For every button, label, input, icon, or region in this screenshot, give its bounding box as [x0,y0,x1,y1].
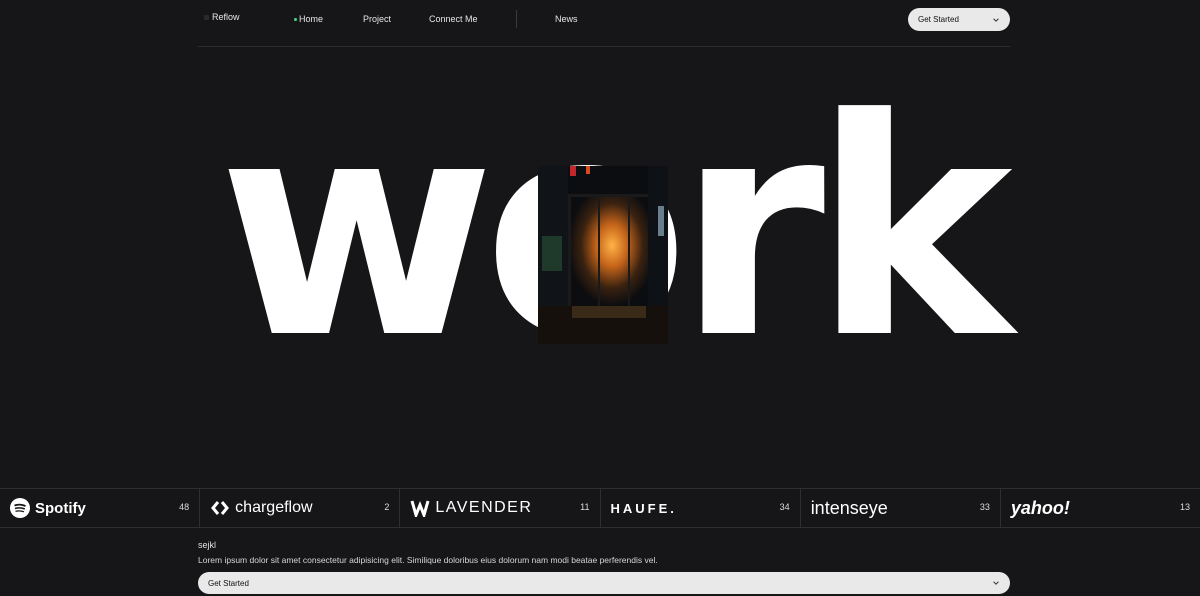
client-count: 13 [1180,502,1191,512]
chargeflow-icon [211,501,230,515]
get-started-button[interactable]: Get Started [908,8,1010,31]
brand-label: Spotify [35,499,86,517]
client-count: 11 [580,502,590,512]
brand-name: Reflow [212,12,240,22]
brand-label: yahoo! [1010,497,1070,518]
lavender-logo: LAVENDER [410,499,532,517]
intenseye-logo: intenseye [811,498,888,519]
client-yahoo[interactable]: yahoo! 13 [1001,489,1200,527]
spotify-logo: Spotify [10,498,86,518]
client-haufe[interactable]: HAUFE. 34 [601,489,801,527]
chargeflow-logo: chargeflow [210,499,313,517]
info-section: sejkl Lorem ipsum dolor sit amet consect… [198,540,1010,594]
brand-label: LAVENDER [435,499,533,516]
yahoo-logo: yahoo! [1011,498,1070,519]
chevron-down-icon [993,17,999,22]
client-intenseye[interactable]: intenseye 33 [801,489,1001,527]
haufe-logo: HAUFE. [611,501,677,516]
nav-divider [516,10,517,28]
section-title: sejkl [198,540,217,550]
hero-photo [538,166,668,344]
storefront-image [538,166,668,344]
nav-divider-line [198,46,1010,47]
nav-link-project[interactable]: Project [363,14,391,24]
nav-link-news[interactable]: News [555,14,578,24]
client-chargeflow[interactable]: chargeflow 2 [200,489,401,527]
section-description: Lorem ipsum dolor sit amet consectetur a… [198,555,658,565]
get-started-wide-button[interactable]: Get Started [198,572,1010,594]
top-nav: Reflow Home Project Connect Me News Get … [198,0,1010,44]
get-started-wide-label: Get Started [208,578,249,588]
nav-link-connect[interactable]: Connect Me [429,14,478,24]
client-count: 48 [179,502,190,512]
hero-section: work [0,60,1200,480]
brand-logo[interactable]: Reflow [204,12,240,22]
client-count: 34 [779,502,790,512]
brand-label: chargeflow [235,499,313,516]
get-started-label: Get Started [918,15,959,24]
nav-link-home[interactable]: Home [294,14,323,24]
client-lavender[interactable]: LAVENDER 11 [400,489,601,527]
chevron-down-icon [993,581,999,585]
nav-link-home-label: Home [299,14,324,24]
client-count: 33 [979,502,990,512]
brand-mark-icon [204,14,209,20]
client-spotify[interactable]: Spotify 48 [0,489,201,527]
active-indicator-icon [294,18,297,22]
brand-label: intenseye [810,497,888,518]
client-count: 2 [384,502,390,512]
lavender-icon [410,500,430,517]
spotify-icon [10,498,30,518]
brand-label: HAUFE. [610,500,677,516]
client-logo-strip: Spotify 48 chargeflow 2 LAVENDER 11 HAUF… [0,488,1200,528]
